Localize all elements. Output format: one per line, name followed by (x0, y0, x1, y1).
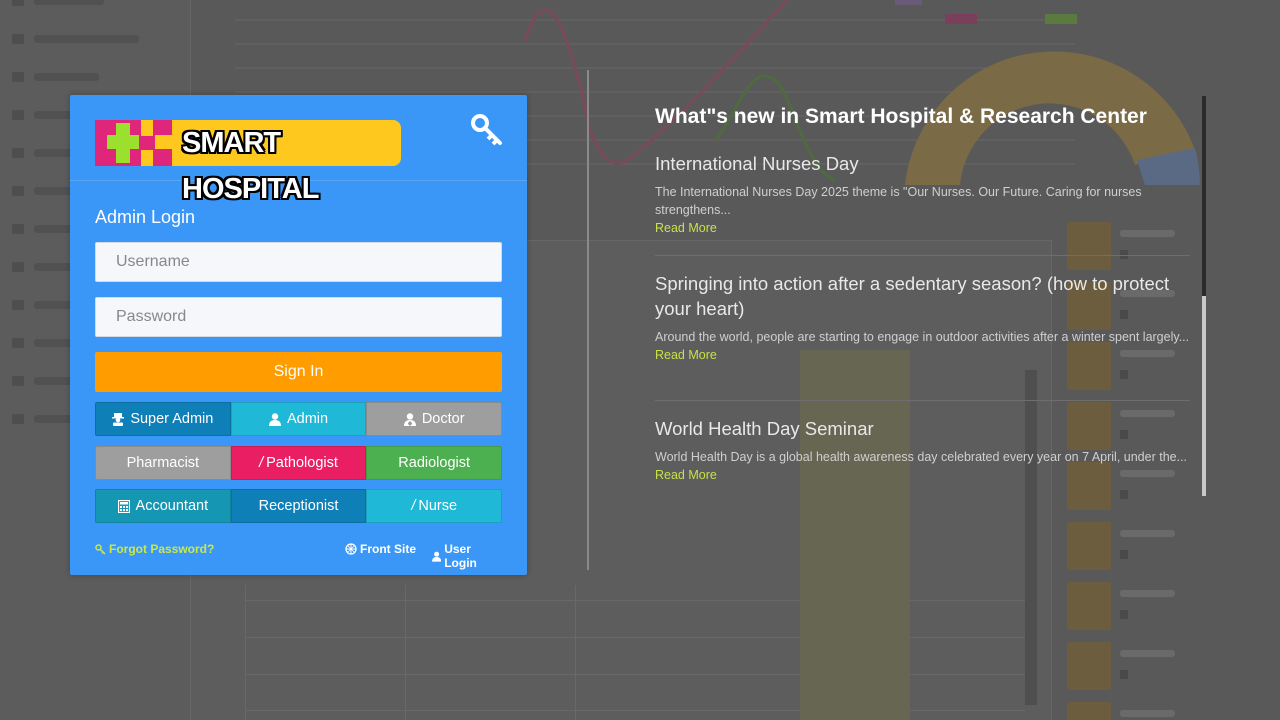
read-more-link[interactable]: Read More (655, 219, 1190, 237)
background-vline (245, 585, 246, 720)
vertical-divider (587, 70, 589, 570)
sign-in-button[interactable]: Sign In (95, 352, 502, 392)
news-excerpt: The International Nurses Day 2025 theme … (655, 185, 1142, 217)
news-title[interactable]: International Nurses Day (655, 151, 1190, 176)
news-item: International Nurses Day The Internation… (655, 151, 1190, 237)
accountant-label: Accountant (135, 498, 209, 514)
pathologist-button[interactable]: / Pathologist (230, 446, 367, 480)
read-more-link[interactable]: Read More (655, 346, 1190, 364)
globe-icon (345, 543, 357, 555)
hospital-cross-icon (95, 120, 175, 166)
pharmacist-label: Pharmacist (126, 455, 200, 471)
front-site-label: Front Site (360, 542, 416, 556)
radiologist-label: Radiologist (398, 455, 471, 471)
smart-hospital-logo: SMART HOSPITAL (95, 120, 401, 205)
forgot-password-label: Forgot Password? (109, 542, 215, 556)
login-footer-links: Forgot Password? Front Site User Login (95, 542, 502, 570)
calculator-icon (117, 499, 130, 513)
doctor-button[interactable]: Doctor (366, 402, 503, 436)
receptionist-button[interactable]: Receptionist (230, 489, 367, 523)
pharmacist-button[interactable]: Pharmacist (95, 446, 231, 480)
super-admin-button[interactable]: Super Admin (95, 402, 231, 436)
user-login-label: User Login (444, 542, 477, 570)
background-stat-card (1065, 700, 1205, 720)
background-stat-card (1065, 640, 1205, 692)
news-separator (655, 255, 1190, 256)
role-row-2: Pharmacist / Pathologist Radiologist (95, 446, 503, 480)
news-excerpt: World Health Day is a global health awar… (655, 450, 1188, 464)
role-row-1: Super Admin Admin Doctor (95, 402, 503, 436)
background-stat-card (1065, 520, 1205, 572)
accountant-button[interactable]: Accountant (95, 489, 231, 523)
news-item: Springing into action after a sedentary … (655, 271, 1190, 364)
news-scrollbar-thumb[interactable] (1202, 96, 1206, 296)
pathologist-label: Pathologist (266, 455, 338, 471)
background-highlight-column (800, 350, 910, 720)
background-vline (405, 585, 406, 720)
background-stat-card (1065, 580, 1205, 632)
doctor-label: Doctor (421, 411, 465, 427)
background-nav-item (12, 32, 162, 46)
receptionist-label: Receptionist (258, 498, 339, 514)
news-separator (655, 400, 1190, 401)
flask-icon: / (259, 455, 264, 471)
radiologist-button[interactable]: Radiologist (366, 446, 503, 480)
read-more-link[interactable]: Read More (655, 466, 1190, 484)
user-secret-icon (112, 412, 125, 426)
admin-button[interactable]: Admin (230, 402, 367, 436)
key-small-icon (95, 543, 106, 555)
news-title[interactable]: World Health Day Seminar (655, 416, 1190, 441)
login-header: SMART HOSPITAL (70, 95, 527, 205)
news-item: World Health Day Seminar World Health Da… (655, 416, 1190, 484)
user-md-icon (403, 412, 416, 426)
news-heading: What"s new in Smart Hospital & Research … (655, 105, 1147, 128)
background-nav-item (12, 0, 162, 8)
key-icon (471, 114, 502, 146)
logo-text: SMART HOSPITAL (172, 120, 401, 205)
user-icon (268, 412, 281, 426)
front-site-link[interactable]: Front Site (345, 542, 416, 556)
login-title: Admin Login (95, 207, 196, 227)
background-nav-item (12, 70, 162, 84)
nurse-icon: / (411, 498, 416, 514)
username-input[interactable] (95, 242, 502, 282)
news-excerpt: Around the world, people are starting to… (655, 330, 1190, 344)
user-icon (432, 551, 442, 562)
background-vline (575, 585, 576, 720)
login-panel: SMART HOSPITAL Admin Login Sign In Super… (70, 95, 527, 575)
nurse-button[interactable]: / Nurse (366, 489, 503, 523)
password-input[interactable] (95, 297, 502, 337)
admin-label: Admin (286, 411, 329, 427)
user-login-link[interactable]: User Login (432, 542, 502, 570)
nurse-label: Nurse (418, 498, 458, 514)
forgot-password-link[interactable]: Forgot Password? (95, 542, 214, 556)
role-row-3: Accountant Receptionist / Nurse (95, 489, 503, 523)
news-title[interactable]: Springing into action after a sedentary … (655, 271, 1190, 321)
super-admin-label: Super Admin (130, 411, 214, 427)
